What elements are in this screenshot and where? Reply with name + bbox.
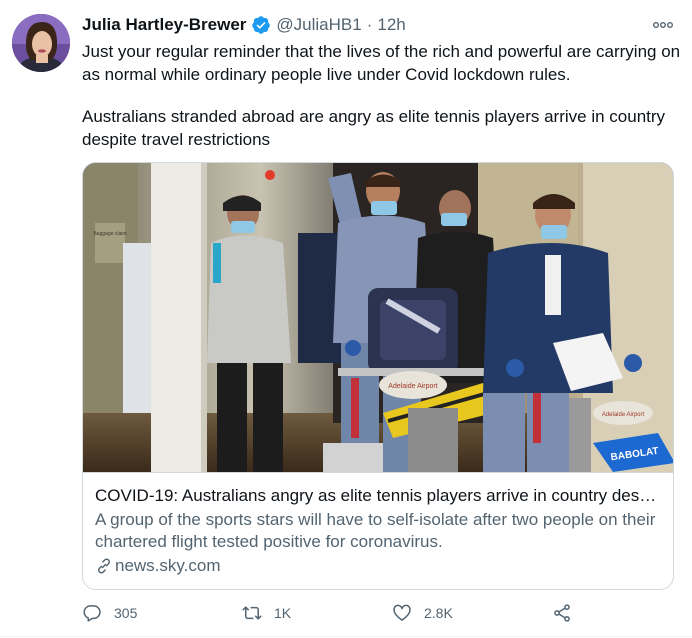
author-name[interactable]: Julia Hartley-Brewer	[82, 15, 246, 35]
divider	[0, 636, 692, 637]
more-icon	[653, 22, 673, 28]
airport-photo: Baggage claim Adelaide Airport Adelaide …	[83, 163, 673, 472]
share-button[interactable]	[552, 600, 584, 626]
more-options-button[interactable]	[650, 14, 676, 36]
tweet-paragraph-2: Australians stranded abroad are angry as…	[82, 107, 666, 149]
retweet-button[interactable]: 1K	[242, 600, 291, 626]
like-button[interactable]: 2.8K	[392, 600, 453, 626]
trolley-text-1: Adelaide Airport	[388, 383, 437, 390]
like-count: 2.8K	[424, 605, 453, 621]
link-card[interactable]: Baggage claim Adelaide Airport Adelaide …	[82, 162, 674, 590]
retweet-icon	[242, 606, 262, 620]
card-title[interactable]: COVID-19: Australians angry as elite ten…	[95, 485, 663, 507]
avatar[interactable]	[12, 14, 70, 72]
tweet-timestamp[interactable]: 12h	[377, 15, 405, 35]
sign-text: Baggage claim	[93, 231, 126, 237]
retweet-count: 1K	[274, 605, 292, 621]
card-image[interactable]: Baggage claim Adelaide Airport Adelaide …	[83, 163, 673, 472]
reply-button[interactable]: 305	[82, 600, 137, 626]
card-domain[interactable]: news.sky.com	[95, 555, 663, 577]
avatar-image	[12, 14, 70, 72]
verified-icon	[252, 16, 271, 34]
separator-dot: ·	[366, 15, 373, 34]
author-handle[interactable]: @JuliaHB1	[276, 15, 361, 35]
link-icon	[97, 558, 111, 574]
tweet-header: Julia Hartley-Brewer @JuliaHB1 · 12h	[82, 14, 406, 36]
card-description: A group of the sports stars will have to…	[95, 510, 656, 551]
share-icon	[554, 604, 570, 622]
tweet-text: Just your regular reminder that the live…	[82, 40, 682, 151]
tweet[interactable]: Julia Hartley-Brewer @JuliaHB1 · 12h Jus…	[0, 0, 692, 638]
trolley-text-2: Adelaide Airport	[602, 412, 645, 418]
like-icon	[393, 604, 411, 621]
reply-icon	[83, 605, 101, 622]
card-meta[interactable]: COVID-19: Australians angry as elite ten…	[83, 472, 673, 589]
reply-count: 305	[114, 605, 138, 621]
tweet-actions: 305 1K 2.8K	[82, 600, 602, 626]
tweet-paragraph-1: Just your regular reminder that the live…	[82, 42, 681, 84]
card-domain-text: news.sky.com	[115, 556, 221, 575]
